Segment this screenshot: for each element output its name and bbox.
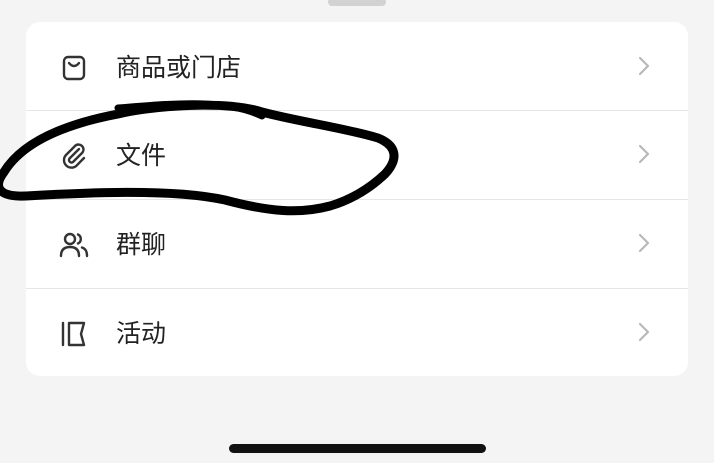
chevron-right-icon (636, 321, 652, 343)
row-divider (26, 110, 688, 111)
flag-icon (58, 318, 90, 350)
menu-item-products-or-stores[interactable]: 商品或门店 (26, 22, 688, 110)
chevron-right-icon (636, 143, 652, 165)
menu-item-label: 活动 (116, 319, 167, 348)
shopping-bag-icon (58, 52, 90, 84)
menu-item-label: 商品或门店 (116, 53, 242, 82)
row-divider (26, 199, 688, 200)
menu-item-label: 群聊 (116, 230, 167, 259)
paperclip-icon (58, 140, 90, 172)
chevron-right-icon (636, 232, 652, 254)
home-indicator-bar[interactable] (229, 444, 486, 453)
row-divider (26, 288, 688, 289)
menu-item-events[interactable]: 活动 (26, 288, 688, 376)
share-options-card: 商品或门店 文件 群聊 活动 (26, 22, 688, 376)
sheet-drag-handle[interactable] (328, 0, 386, 6)
menu-item-label: 文件 (116, 141, 167, 170)
group-users-icon (58, 229, 90, 261)
menu-item-files[interactable]: 文件 (26, 110, 688, 198)
chevron-right-icon (636, 55, 652, 77)
menu-item-group-chat[interactable]: 群聊 (26, 199, 688, 287)
